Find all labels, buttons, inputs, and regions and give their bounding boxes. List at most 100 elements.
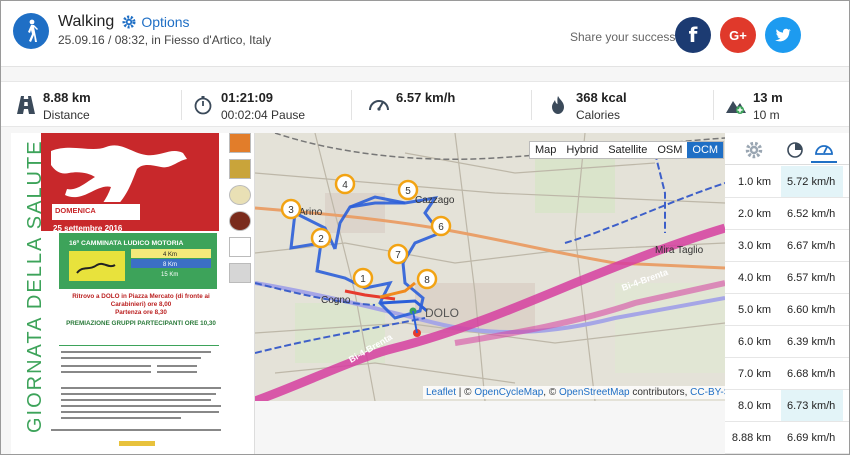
split-row: 3.0 km 6.67 km/h xyxy=(725,230,849,262)
split-speed: 6.69 km/h xyxy=(787,432,836,444)
km-marker: 6 xyxy=(430,215,452,237)
layer-hybrid-button[interactable]: Hybrid xyxy=(561,142,603,158)
split-distance: 3.0 km xyxy=(737,240,771,252)
divider xyxy=(181,90,182,120)
svg-text:2: 2 xyxy=(318,234,324,245)
poster-distance-8: 8 Km xyxy=(163,262,177,268)
activity-title: Walking xyxy=(58,13,115,30)
poster-side-title: GIORNATA DELLA SALUTE xyxy=(24,139,46,433)
gauge-icon xyxy=(815,145,833,155)
speed-tab[interactable] xyxy=(811,137,837,163)
split-speed: 6.67 km/h xyxy=(787,240,836,252)
split-row: 1.0 km 5.72 km/h xyxy=(725,166,849,198)
split-speed: 6.68 km/h xyxy=(787,368,836,380)
poster-award: PREMIAZIONE GRUPPI PARTECIPANTI ORE 10,3… xyxy=(66,320,216,327)
split-distance: 4.0 km xyxy=(737,272,771,284)
svg-text:3: 3 xyxy=(288,205,294,216)
stat-elevation-loss-value: 10 m xyxy=(753,108,780,122)
splits-panel: 1.0 km 5.72 km/h 2.0 km 6.52 km/h 3.0 km 6.67… xyxy=(725,133,849,454)
stat-duration: 01:21:09 00:02:04 Pause xyxy=(193,82,343,128)
split-row: 4.0 km 6.57 km/h xyxy=(725,262,849,294)
svg-text:8: 8 xyxy=(424,275,430,286)
layer-osm-button[interactable]: OSM xyxy=(652,142,687,158)
sponsor-logo xyxy=(229,263,251,283)
layer-map-button[interactable]: Map xyxy=(530,142,561,158)
stats-bar: 8.88 km Distance 01:21:09 00:02:04 Pause… xyxy=(1,81,849,128)
km-marker: 4 xyxy=(334,173,356,195)
walking-icon xyxy=(13,13,49,49)
google-plus-share-button[interactable]: G+ xyxy=(720,17,756,53)
app-frame: Walking Options 25.09.16 / 08:32, in Fie… xyxy=(0,0,850,455)
split-distance: 8.0 km xyxy=(737,400,771,412)
settings-tab[interactable] xyxy=(741,137,767,163)
split-row: 2.0 km 6.52 km/h xyxy=(725,198,849,230)
map-label-mira-taglio: Mira Taglio xyxy=(655,245,704,256)
event-poster-image: DOMENICA 25 settembre 2016 GIORNATA DELL… xyxy=(11,133,254,454)
split-distance: 1.0 km xyxy=(737,176,771,188)
pace-chart-tab[interactable] xyxy=(782,137,808,163)
facebook-share-button[interactable]: f xyxy=(675,17,711,53)
poster-day: DOMENICA xyxy=(55,206,96,215)
opencyclemap-link[interactable]: OpenCycleMap xyxy=(474,387,543,398)
options-label[interactable]: Options xyxy=(141,14,189,30)
split-distance: 2.0 km xyxy=(737,208,771,220)
stat-distance: 8.88 km Distance xyxy=(15,82,175,128)
sponsor-logo xyxy=(229,185,251,205)
gear-icon xyxy=(745,141,763,159)
twitter-share-button[interactable] xyxy=(765,17,801,53)
poster-start: Partenza ore 8,30 xyxy=(115,309,167,316)
share-text: Share your success xyxy=(570,30,676,44)
poster-event: 16ª CAMMINATA LUDICO MOTORIA xyxy=(69,240,183,247)
leaflet-link[interactable]: Leaflet xyxy=(426,387,456,398)
license-link[interactable]: CC-BY-SA xyxy=(690,387,725,398)
km-marker: 2 xyxy=(310,227,332,249)
divider xyxy=(531,90,532,120)
svg-text:6: 6 xyxy=(438,222,444,233)
km-marker: 7 xyxy=(387,243,409,265)
map-label-arino: Arino xyxy=(299,207,323,218)
split-speed: 6.73 km/h xyxy=(781,390,843,421)
route-map[interactable]: Cazzago Cogno DOLO Mira Taglio Arino Bi-… xyxy=(255,133,725,401)
km-marker: 5 xyxy=(397,179,419,201)
flame-icon xyxy=(552,96,564,114)
attribution-text: | © xyxy=(456,387,475,398)
split-distance: 5.0 km xyxy=(737,304,771,316)
split-row: 7.0 km 6.68 km/h xyxy=(725,358,849,390)
stopwatch-icon xyxy=(194,96,212,115)
map-label-cazzago: Cazzago xyxy=(415,195,455,206)
km-marker: 3 xyxy=(280,198,302,220)
split-row: 6.0 km 6.39 km/h xyxy=(725,326,849,358)
svg-text:7: 7 xyxy=(395,250,401,261)
elevation-icon xyxy=(726,101,746,114)
poster-date: 25 settembre 2016 xyxy=(53,224,123,233)
openstreetmap-link[interactable]: OpenStreetMap xyxy=(559,387,630,398)
stat-speed: 6.57 km/h xyxy=(368,82,528,128)
km-marker: 1 xyxy=(352,267,374,289)
map-label-dolo: DOLO xyxy=(425,306,459,320)
attribution-text: contributors, xyxy=(629,387,691,398)
divider xyxy=(351,90,352,120)
stat-elevation: 13 m 10 m xyxy=(725,82,845,128)
sponsor-logo xyxy=(229,211,251,231)
split-speed: 6.60 km/h xyxy=(787,304,836,316)
split-speed: 6.39 km/h xyxy=(787,336,836,348)
options-button[interactable]: Options xyxy=(122,14,190,30)
split-distance: 6.0 km xyxy=(737,336,771,348)
splits-tabs xyxy=(725,133,849,165)
layer-satellite-button[interactable]: Satellite xyxy=(603,142,652,158)
split-speed: 6.52 km/h xyxy=(787,208,836,220)
svg-text:5: 5 xyxy=(405,186,411,197)
stat-elevation-gain-value: 13 m xyxy=(753,90,783,105)
activity-header: Walking Options 25.09.16 / 08:32, in Fie… xyxy=(1,1,849,67)
google-plus-icon: G+ xyxy=(729,27,747,43)
map-label-cogno: Cogno xyxy=(321,295,351,306)
sponsor-logo xyxy=(229,159,251,179)
map-layer-switcher: Map Hybrid Satellite OSM OCM xyxy=(529,141,725,159)
svg-text:1: 1 xyxy=(360,274,366,285)
activity-photo[interactable]: DOMENICA 25 settembre 2016 GIORNATA DELL… xyxy=(11,133,255,454)
layer-ocm-button[interactable]: OCM xyxy=(687,142,724,158)
stat-distance-label: Distance xyxy=(43,108,90,122)
attribution-text: , © xyxy=(543,387,559,398)
km-marker: 8 xyxy=(416,268,438,290)
stat-speed-value: 6.57 km/h xyxy=(396,90,456,105)
